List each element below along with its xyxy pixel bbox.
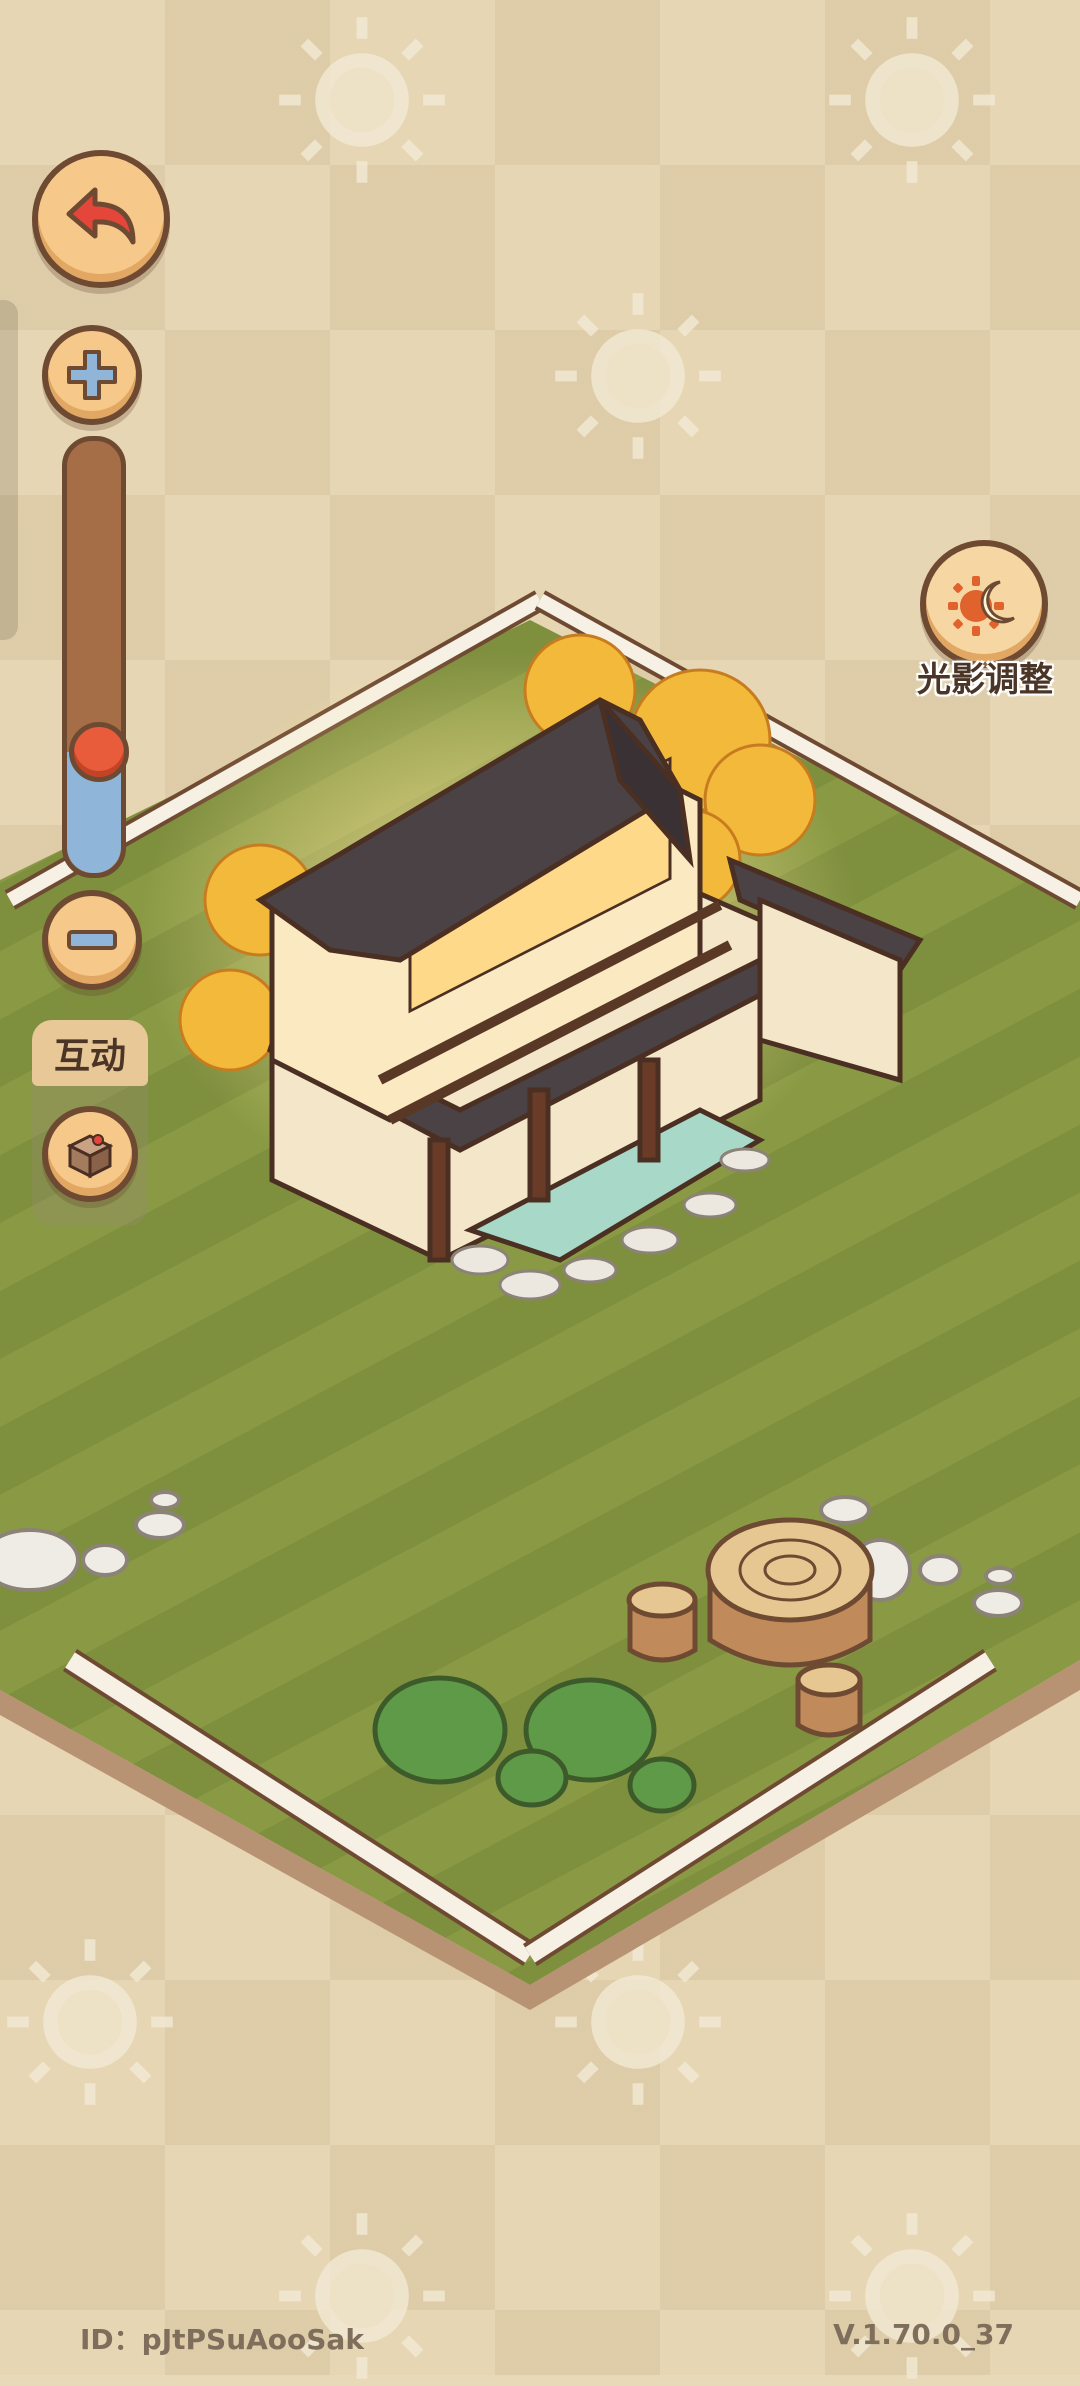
zoom-slider[interactable]	[62, 436, 129, 878]
light-adjust-button[interactable]	[920, 540, 1048, 668]
interact-label: 互动	[32, 1020, 148, 1086]
plus-icon	[67, 350, 117, 400]
zoom-in-button[interactable]	[42, 325, 142, 425]
sun-moon-icon	[948, 576, 1015, 636]
minus-icon	[67, 930, 117, 950]
box-icon	[66, 1134, 114, 1179]
back-button[interactable]	[32, 150, 170, 288]
side-drawer-handle[interactable]	[0, 300, 18, 640]
zoom-out-button[interactable]	[42, 890, 142, 990]
interact-button[interactable]	[42, 1106, 138, 1202]
version-text: V.1.70.0_37	[833, 2318, 1014, 2351]
garden-scene[interactable]	[0, 0, 1080, 2375]
light-adjust-label: 光影调整	[917, 660, 1053, 700]
zoom-slider-handle[interactable]	[69, 722, 129, 783]
back-arrow-icon	[66, 187, 136, 245]
player-id-text: ID：pJtPSuAooSak	[80, 2323, 364, 2356]
